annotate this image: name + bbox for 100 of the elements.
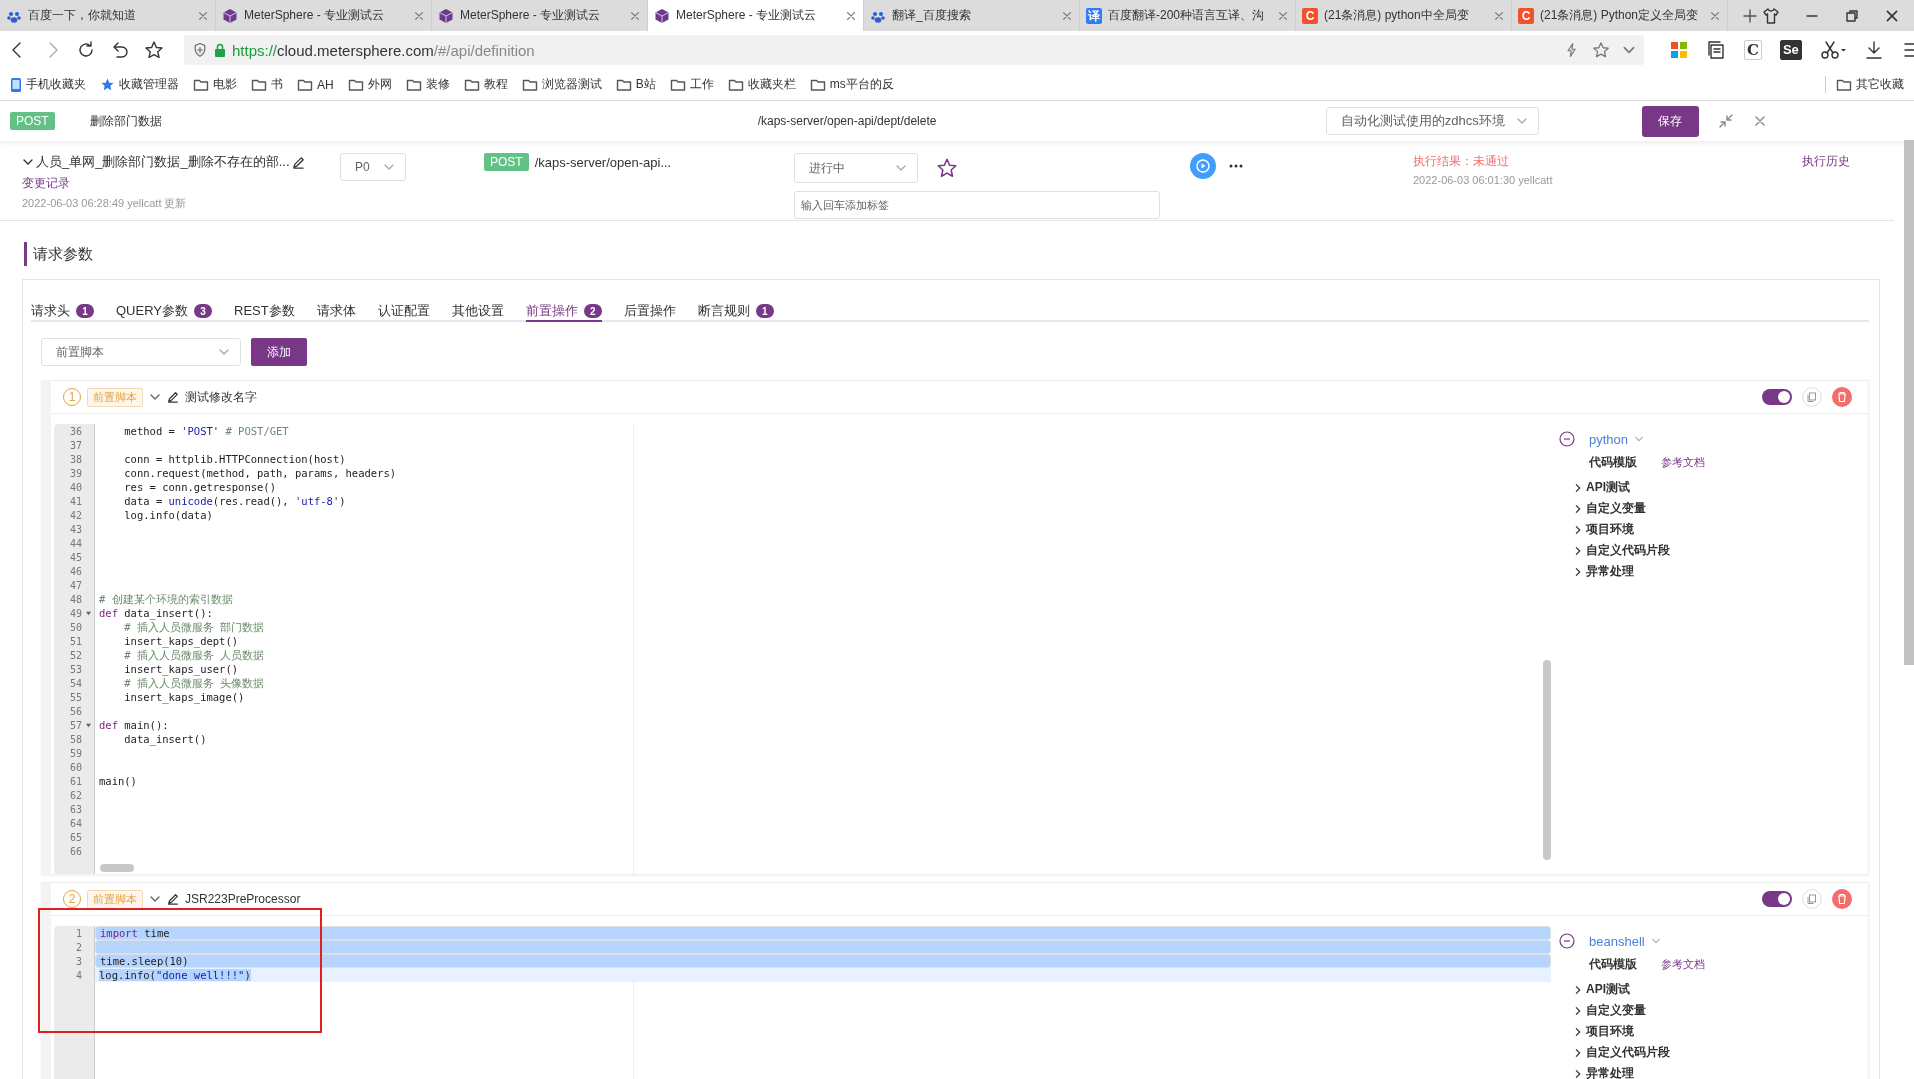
line-number: 4 [75,969,82,981]
delete-icon[interactable] [1832,889,1852,909]
extension-icon[interactable]: C [1744,40,1762,60]
bookmark[interactable]: 浏览器测试 [521,76,602,93]
download-icon[interactable] [1863,40,1884,60]
tab-title: (21条消息) Python定义全局变 [1540,7,1700,24]
processor-type-select[interactable]: 前置脚本 [41,338,241,366]
close-icon[interactable] [845,9,857,22]
param-tab[interactable]: 后置操作 [623,302,676,322]
minus-circle-icon[interactable] [1559,431,1575,447]
bookmark[interactable]: B站 [615,76,656,93]
chevron-down-icon [1634,434,1645,444]
star-icon[interactable] [1592,41,1610,59]
bookmark[interactable]: 电影 [193,76,237,93]
code-line: res = conn.getresponse() [123,480,277,494]
shirt-icon[interactable] [1762,6,1780,25]
bookmark[interactable]: 工作 [669,76,714,93]
bookmark[interactable]: 手机收藏夹 [10,76,86,93]
reload-icon[interactable] [76,40,96,60]
restore-icon[interactable] [1844,7,1860,24]
line-number: 53 [69,663,82,675]
reader-icon[interactable] [1706,40,1726,60]
add-button[interactable]: 添加 [251,338,307,366]
param-tab[interactable]: REST参数 [234,302,295,322]
bookmark[interactable]: 教程 [463,76,508,93]
param-tab[interactable]: 其他设置 [451,302,504,322]
tab-title: 百度翻译-200种语言互译、沟 [1108,7,1266,24]
docs-link[interactable]: 参考文档 [1661,957,1705,972]
bookmark[interactable]: ms平台的反 [809,76,894,93]
delete-icon[interactable] [1832,387,1852,407]
language-select[interactable]: python [1589,431,1645,447]
star-icon[interactable] [936,157,958,179]
template-label: 代码模版 [1589,956,1637,973]
bookmark[interactable]: 其它收藏 [1825,76,1904,93]
edit-icon[interactable] [291,155,305,169]
change-log-link[interactable]: 变更记录 [22,175,340,192]
fold-icon[interactable] [85,609,92,617]
chevron-right-icon [1573,503,1583,514]
snippet-item[interactable]: API测试 [1573,477,1705,498]
line-number: 62 [69,789,82,801]
copy-icon[interactable] [1802,889,1822,909]
collapse-icon[interactable] [1718,114,1733,128]
tag-input-field[interactable]: 输入回车添加标签 [794,191,1160,219]
scrollbar-thumb[interactable] [100,864,134,872]
address-bar[interactable]: https://cloud.metersphere.com/#/api/definition [184,35,1644,65]
processor-name: 测试修改名字 [185,388,257,406]
shield-icon [192,42,208,58]
code-editor[interactable]: 1 2 3 4 import time time.sleep(10) log.info("done well!!!") [54,926,1551,1079]
execution-history-link[interactable]: 执行历史 [1802,153,1850,170]
code-line: method = 'POST' # POST/GET [123,424,290,438]
param-tab[interactable]: QUERY参数 3 [116,302,212,322]
page-scrollbar[interactable] [1904,140,1914,665]
bookmark[interactable]: 收藏夹栏 [727,76,796,93]
param-tab[interactable]: 认证配置 [377,302,430,322]
code-line: # 创建某个环境的索引数据 [98,592,234,606]
edit-icon[interactable] [167,391,179,403]
priority-select[interactable]: P0 [340,153,406,181]
docs-link[interactable]: 参考文档 [1661,455,1705,470]
status-select[interactable]: 进行中 [794,153,918,183]
param-tab[interactable]: 请求头 1 [31,302,94,322]
chevron-right-icon [1573,1068,1583,1079]
snippet-item[interactable]: 自定义代码片段 [1573,1042,1705,1063]
extension-icon[interactable]: Se [1779,40,1802,60]
param-tab[interactable]: 前置操作 2 [525,302,602,322]
snippet-item[interactable]: API测试 [1573,979,1705,1000]
line-number: 39 [69,467,82,479]
line-number: 61 [69,775,82,787]
param-tab[interactable]: 断言规则 1 [697,302,774,322]
method-badge: POST [484,153,529,171]
site-icon: C [1302,7,1318,24]
snippet-item[interactable]: 项目环境 [1573,1021,1705,1042]
environment-select[interactable]: 自动化测试使用的zdhcs环境 [1325,107,1539,135]
param-tab[interactable]: 请求体 [316,302,356,322]
save-button[interactable]: 保存 [1641,105,1699,137]
language-select[interactable]: beanshell [1589,933,1661,949]
star-icon[interactable] [144,40,164,60]
code-line: insert_kaps_image() [123,690,246,704]
scissors-icon[interactable] [1819,40,1846,60]
fold-icon[interactable] [85,721,92,729]
enable-toggle[interactable] [1762,891,1792,907]
snippet-item[interactable]: 自定义代码片段 [1573,540,1705,561]
bookmark[interactable]: AH [297,76,334,93]
chevron-right-icon [1573,1026,1583,1037]
snippet-item[interactable]: 自定义变量 [1573,1000,1705,1021]
tiles-icon[interactable] [1670,41,1688,59]
snippet-item[interactable]: 自定义变量 [1573,498,1705,519]
snippet-item[interactable]: 项目环境 [1573,519,1705,540]
run-icon[interactable] [1190,153,1216,179]
edit-icon[interactable] [167,893,179,905]
minus-circle-icon[interactable] [1559,933,1575,949]
enable-toggle[interactable] [1762,389,1792,405]
browser-tab[interactable]: MeterSphere - 专业测试云 [648,0,864,31]
bookmark[interactable]: 收藏管理器 [100,76,179,93]
snippet-item[interactable]: 异常处理 [1573,1063,1705,1079]
bookmark[interactable]: 书 [251,76,283,93]
copy-icon[interactable] [1802,387,1822,407]
bookmark[interactable]: 装修 [405,76,450,93]
bookmark[interactable]: 外网 [347,76,392,93]
snippet-item[interactable]: 异常处理 [1573,561,1705,582]
scrollbar-thumb[interactable] [1543,660,1551,860]
